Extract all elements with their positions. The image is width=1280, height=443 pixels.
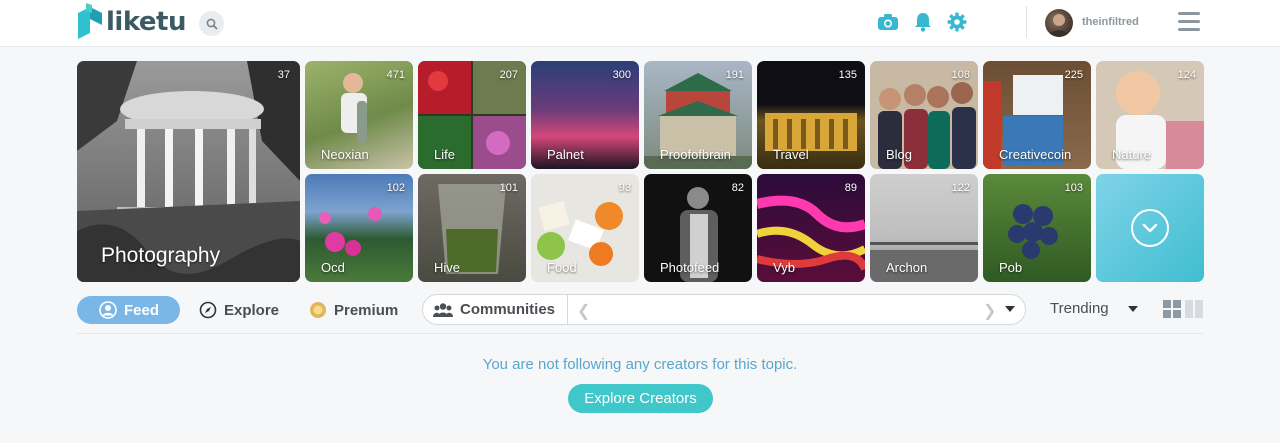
header-divider	[1026, 6, 1027, 38]
topic-tile-vyb[interactable]: 89 Vyb	[757, 174, 865, 282]
topic-count: 102	[386, 182, 405, 194]
topic-tile-ocd[interactable]: 102 Ocd	[305, 174, 413, 282]
caret-down-icon[interactable]	[1128, 306, 1138, 312]
topic-tile-palnet[interactable]: 300 Palnet	[531, 61, 639, 169]
communities-divider	[567, 295, 568, 324]
topic-label: Photofeed	[660, 260, 720, 275]
layout-toggle[interactable]	[1163, 300, 1203, 318]
topic-tile-food[interactable]: 93 Food	[531, 174, 639, 282]
topic-label: Palnet	[547, 147, 584, 162]
topic-count: 101	[499, 182, 518, 194]
topic-count: 108	[951, 69, 970, 81]
topic-label: Ocd	[321, 260, 345, 275]
empty-state-message: You are not following any creators for t…	[482, 356, 798, 373]
topic-tile-nature[interactable]: 124 Nature	[1096, 61, 1204, 169]
explore-creators-button[interactable]: Explore Creators	[568, 384, 713, 413]
topic-label: Neoxian	[321, 147, 369, 162]
topic-tile-neoxian[interactable]: 471 Neoxian	[305, 61, 413, 169]
topic-tile-photography[interactable]: 37 Photography	[77, 61, 300, 282]
topic-tile-photofeed[interactable]: 82 Photofeed	[644, 174, 752, 282]
group-icon	[433, 302, 453, 317]
camera-button[interactable]	[876, 11, 900, 33]
logo-text: liketu	[106, 7, 187, 37]
avatar-image	[1048, 14, 1070, 37]
topic-tile-life[interactable]: 207 Life	[418, 61, 526, 169]
topic-tile-travel[interactable]: 135 Travel	[757, 61, 865, 169]
menu-icon	[1178, 12, 1200, 15]
gear-icon	[947, 12, 967, 32]
topic-label: Food	[547, 260, 577, 275]
topic-label: Pob	[999, 260, 1023, 275]
topic-label: Hive	[434, 260, 461, 275]
tab-label: Feed	[124, 301, 160, 319]
notifications-button[interactable]	[911, 11, 935, 33]
premium-icon	[310, 302, 326, 318]
topic-count: 225	[1064, 69, 1083, 81]
topic-count: 82	[731, 182, 744, 194]
topic-tile-creativecoin[interactable]: 225 Creativecoin	[983, 61, 1091, 169]
communities-bar: Communities ❮ ❯	[422, 294, 1026, 325]
topic-label: Travel	[773, 147, 809, 162]
username[interactable]: theinfiltred	[1082, 16, 1139, 28]
topic-count: 93	[618, 182, 631, 194]
show-more-topics-button[interactable]	[1096, 174, 1204, 282]
topic-tile-pob[interactable]: 103 Pob	[983, 174, 1091, 282]
topic-count: 135	[838, 69, 857, 81]
topic-label: Creativecoin	[999, 147, 1072, 162]
topic-label: Archon	[886, 260, 928, 275]
grid-layout-icon	[1163, 300, 1203, 318]
topic-count: 300	[612, 69, 631, 81]
tab-label: Explore	[224, 301, 280, 319]
topic-label: Vyb	[773, 260, 795, 275]
topic-count: 122	[951, 182, 970, 194]
bell-icon	[915, 13, 931, 32]
topic-tile-archon[interactable]: 122 Archon	[870, 174, 978, 282]
topic-label: Life	[434, 147, 455, 162]
topic-label: Blog	[886, 147, 913, 162]
topic-count: 471	[386, 69, 405, 81]
topic-tile-hive[interactable]: 101 Hive	[418, 174, 526, 282]
topic-count: 89	[844, 182, 857, 194]
tab-feed[interactable]: Feed	[77, 296, 180, 324]
topic-label: Proofofbrain	[660, 147, 731, 162]
divider	[77, 333, 1203, 334]
tab-explore[interactable]: Explore	[199, 296, 279, 324]
compass-icon	[199, 301, 217, 319]
caret-down-icon[interactable]	[1005, 306, 1015, 312]
logo-mark-icon	[78, 3, 102, 39]
topic-count: 124	[1177, 69, 1196, 81]
topic-label: Photography	[101, 244, 221, 267]
search-icon	[206, 18, 218, 30]
topic-count: 191	[725, 69, 744, 81]
avatar[interactable]	[1045, 9, 1073, 37]
settings-button[interactable]	[945, 11, 969, 33]
tab-label: Premium	[334, 301, 399, 319]
tab-communities[interactable]: Communities	[433, 301, 555, 318]
tab-premium[interactable]: Premium	[309, 296, 398, 324]
sort-select[interactable]: Trending	[1050, 300, 1109, 317]
menu-button[interactable]	[1178, 11, 1200, 33]
topic-tile-blog[interactable]: 108 Blog	[870, 61, 978, 169]
chevron-down-icon	[1131, 209, 1169, 247]
topic-label: Nature	[1112, 147, 1152, 162]
liketu-logo[interactable]: liketu	[76, 3, 187, 41]
user-icon	[99, 301, 117, 319]
top-bar: liketu theinfiltred	[0, 0, 1280, 47]
search-button[interactable]	[199, 11, 224, 36]
tab-label: Communities	[460, 301, 556, 318]
topic-count: 207	[499, 69, 518, 81]
topic-count: 37	[277, 69, 290, 81]
topic-count: 103	[1064, 182, 1083, 194]
topic-tile-proofofbrain[interactable]: 191 Proofofbrain	[644, 61, 752, 169]
chevron-left-icon[interactable]: ❮	[577, 301, 590, 321]
camera-icon	[878, 14, 898, 30]
chevron-right-icon[interactable]: ❯	[983, 301, 996, 321]
